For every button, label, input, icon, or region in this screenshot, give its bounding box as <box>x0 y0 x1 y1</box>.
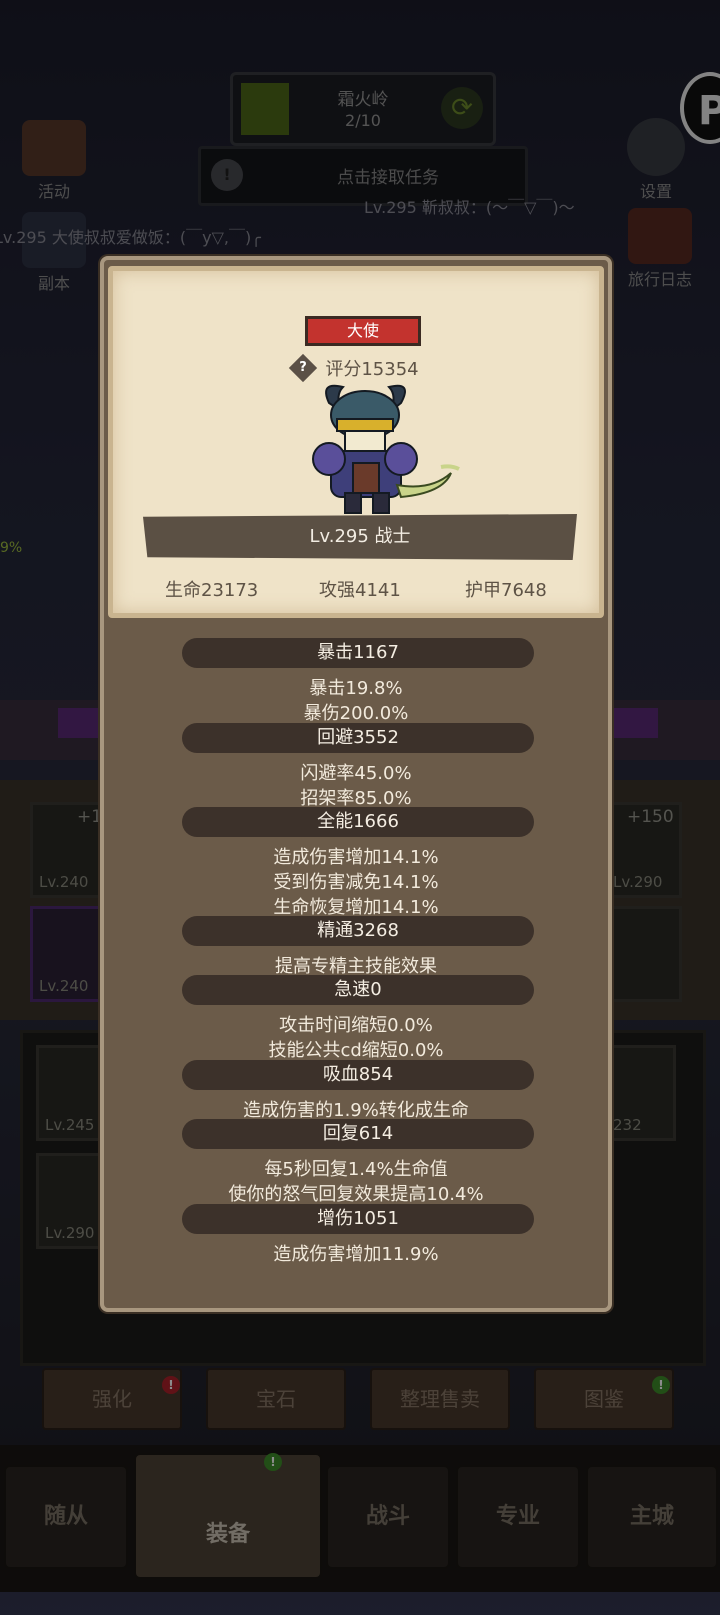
stat-detail: 每5秒回复1.4%生命值 <box>264 1159 448 1180</box>
hp-stat: 生命23173 <box>165 580 259 601</box>
base-stats: 生命23173 攻强4141 护甲7648 <box>113 576 599 606</box>
stat-header: 回避3552 <box>182 723 534 753</box>
warrior-character-sprite <box>312 384 460 514</box>
stat-header: 急速0 <box>182 975 534 1005</box>
stat-detail: 使你的怒气回复效果提高10.4% <box>228 1184 484 1205</box>
attack-stat: 攻强4141 <box>319 580 401 601</box>
title-badge: 大使 <box>305 316 421 346</box>
stat-detail: 技能公共cd缩短0.0% <box>268 1040 444 1061</box>
stat-detail: 造成伤害增加14.1% <box>273 847 439 868</box>
stat-detail: 造成伤害增加11.9% <box>273 1244 439 1265</box>
stat-header: 暴击1167 <box>182 638 534 668</box>
character-card: 大使 ? 评分15354 Lv.295 战士 生命23173 攻强4141 护甲… <box>108 266 604 618</box>
armor-stat: 护甲7648 <box>465 580 547 601</box>
score-value: 评分15354 <box>325 359 419 380</box>
help-icon[interactable]: ? <box>289 353 318 383</box>
stat-detail: 攻击时间缩短0.0% <box>279 1015 433 1036</box>
stat-detail: 暴击19.8% <box>309 678 403 699</box>
stat-header: 回复614 <box>182 1119 534 1149</box>
stat-header: 吸血854 <box>182 1060 534 1090</box>
stat-detail: 暴伤200.0% <box>303 703 409 724</box>
stat-header: 增伤1051 <box>182 1204 534 1234</box>
stat-detail: 受到伤害减免14.1% <box>273 872 439 893</box>
level-class-bar: Lv.295 战士 <box>143 514 577 560</box>
stat-detail: 闪避率45.0% <box>300 763 412 784</box>
stat-header: 精通3268 <box>182 916 534 946</box>
score-row: ? 评分15354 <box>113 353 599 383</box>
stat-header: 全能1666 <box>182 807 534 837</box>
character-stats-popup: 大使 ? 评分15354 Lv.295 战士 生命23173 攻强4141 护甲… <box>100 256 612 1312</box>
